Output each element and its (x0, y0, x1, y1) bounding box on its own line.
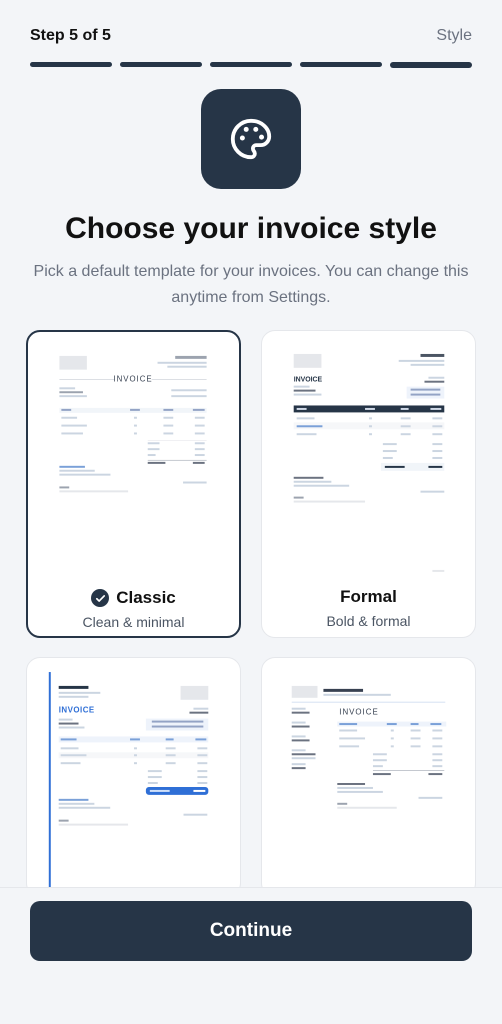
template-name: Formal (340, 587, 397, 606)
template-card-4[interactable]: INVOICE (261, 657, 476, 897)
continue-button[interactable]: Continue (30, 901, 472, 961)
svg-text:INVOICE: INVOICE (113, 374, 152, 383)
template-label: Classic Clean & minimal (28, 588, 239, 630)
template-preview: INVOICE (48, 672, 209, 896)
progress-segment-current (390, 62, 472, 68)
formal-template-preview: INVOICE (293, 353, 445, 572)
page-title: Choose your invoice style (65, 212, 437, 245)
template-label: Formal Bold & formal (262, 587, 475, 629)
template-description: Bold & formal (326, 613, 411, 629)
template-card-formal[interactable]: INVOICE Formal Bold & formal (261, 330, 476, 638)
check-icon (91, 589, 110, 607)
progress-segment (210, 62, 292, 67)
classic-template-preview: INVOICE (59, 355, 207, 493)
template-preview: INVOICE (291, 685, 447, 809)
svg-text:INVOICE: INVOICE (59, 706, 95, 715)
template-name: Classic (116, 588, 176, 607)
progress-segment (300, 62, 382, 67)
template-card-3[interactable]: INVOICE (26, 657, 241, 897)
svg-text:INVOICE: INVOICE (294, 377, 323, 384)
progress-bar (30, 62, 472, 68)
top-bar: Step 5 of 5 Style (30, 26, 472, 46)
template-description: Clean & minimal (82, 614, 185, 630)
palette-icon-container (201, 89, 301, 189)
palette-icon (230, 118, 272, 160)
progress-segment (30, 62, 112, 67)
template-card-classic[interactable]: INVOICE Classic Clean & minimal (26, 330, 241, 638)
step-indicator: Step 5 of 5 (30, 27, 111, 44)
section-label: Style (436, 27, 472, 44)
page-subtitle: Pick a default template for your invoice… (33, 263, 469, 306)
progress-segment (120, 62, 202, 67)
svg-text:INVOICE: INVOICE (339, 708, 378, 717)
